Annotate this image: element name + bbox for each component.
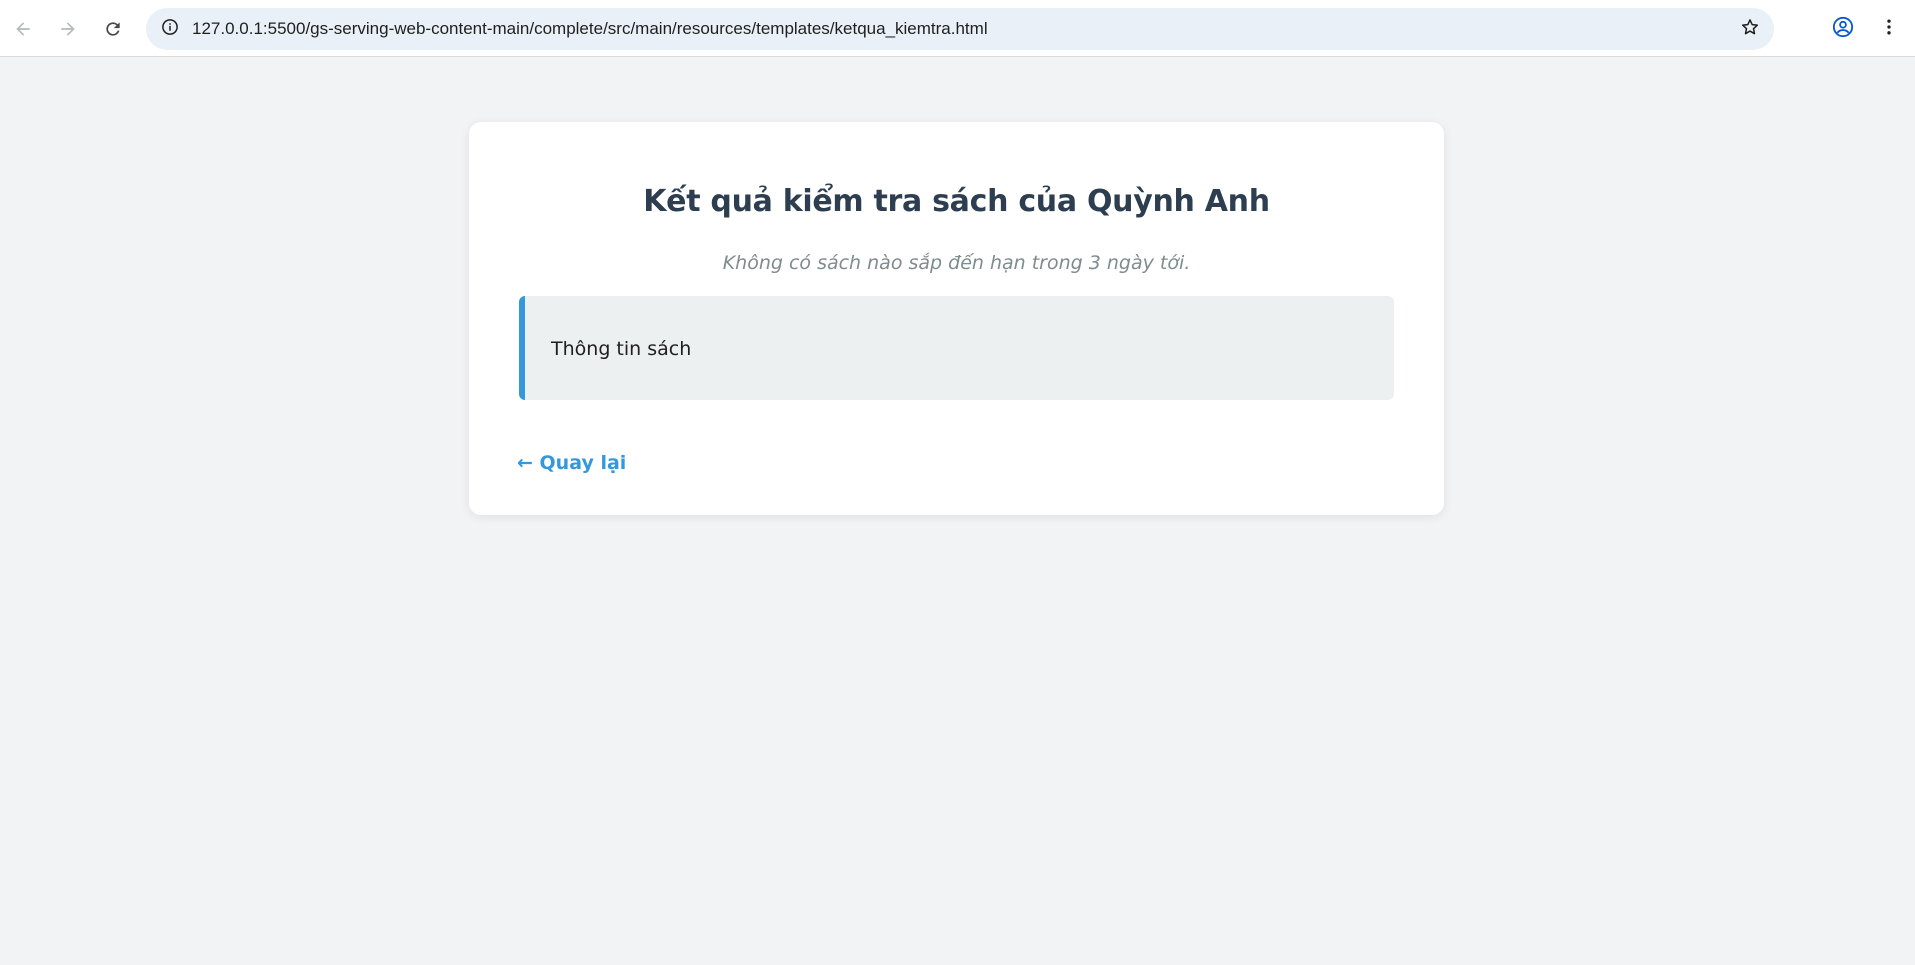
book-info-label: Thông tin sách <box>551 338 692 360</box>
reload-button[interactable] <box>95 11 131 47</box>
reload-icon <box>103 19 123 39</box>
site-info-button[interactable] <box>154 13 186 45</box>
empty-message: Không có sách nào sắp đến hạn trong 3 ng… <box>722 252 1191 274</box>
browser-toolbar: 127.0.0.1:5500/gs-serving-web-content-ma… <box>0 0 1915 57</box>
address-bar[interactable]: 127.0.0.1:5500/gs-serving-web-content-ma… <box>146 8 1774 50</box>
info-icon <box>161 18 179 41</box>
account-circle-icon <box>1832 16 1854 43</box>
page-title: Kết quả kiểm tra sách của Quỳnh Anh <box>643 184 1270 219</box>
browser-menu-button[interactable] <box>1871 11 1907 47</box>
forward-button[interactable] <box>50 11 86 47</box>
star-icon <box>1740 17 1760 42</box>
arrow-left-icon <box>13 19 33 39</box>
back-link[interactable]: ← Quay lại <box>517 452 626 474</box>
back-button[interactable] <box>5 11 41 47</box>
bookmark-button[interactable] <box>1734 13 1766 45</box>
profile-button[interactable] <box>1825 11 1861 47</box>
more-vertical-icon <box>1879 17 1899 42</box>
book-info-box: Thông tin sách <box>519 296 1394 400</box>
url-text[interactable]: 127.0.0.1:5500/gs-serving-web-content-ma… <box>192 19 988 39</box>
arrow-right-icon <box>58 19 78 39</box>
result-card: Kết quả kiểm tra sách của Quỳnh Anh Khôn… <box>469 122 1444 515</box>
